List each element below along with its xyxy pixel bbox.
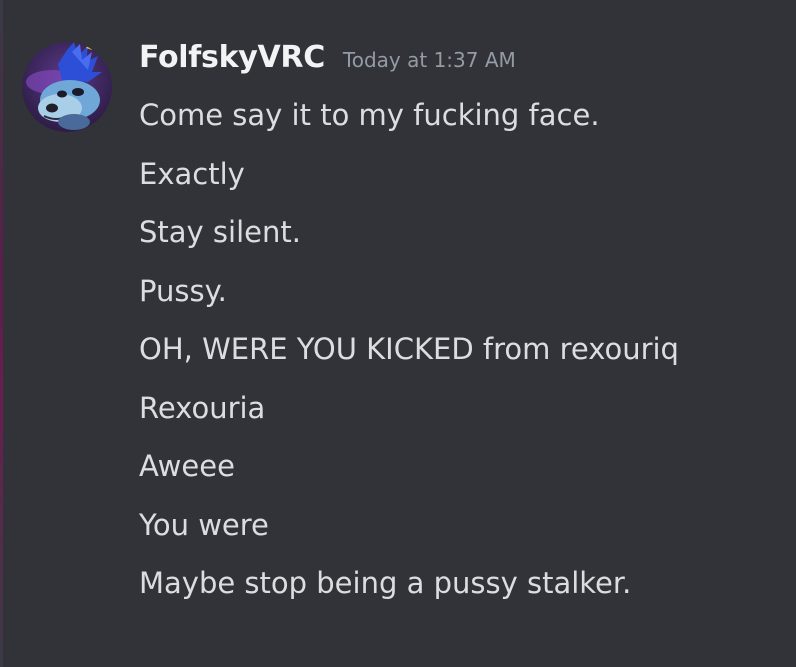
- message-text: Pussy.: [139, 273, 227, 308]
- user-avatar[interactable]: [22, 42, 112, 132]
- timestamp[interactable]: Today at 1:37 AM: [343, 48, 516, 72]
- message-text: Aweee: [139, 449, 235, 483]
- message-group: FolfskyVRC Today at 1:37 AM Come say it …: [0, 0, 796, 667]
- message-text: You were: [139, 507, 269, 542]
- message-text: Maybe stop being a pussy stalker.: [139, 566, 632, 600]
- message-text: Come say it to my fucking face.: [139, 98, 600, 132]
- message-text: OH, WERE YOU KICKED from rexouriq: [139, 332, 679, 366]
- username[interactable]: FolfskyVRC: [139, 40, 325, 75]
- wolf-avatar-icon: [22, 42, 112, 132]
- message-list: Come say it to my fucking face. Exactly …: [139, 92, 779, 619]
- message-text: Rexouria: [139, 390, 266, 425]
- message-text: Stay silent.: [139, 215, 301, 249]
- message-header: FolfskyVRC Today at 1:37 AM: [139, 40, 516, 84]
- message-text: Exactly: [139, 156, 245, 191]
